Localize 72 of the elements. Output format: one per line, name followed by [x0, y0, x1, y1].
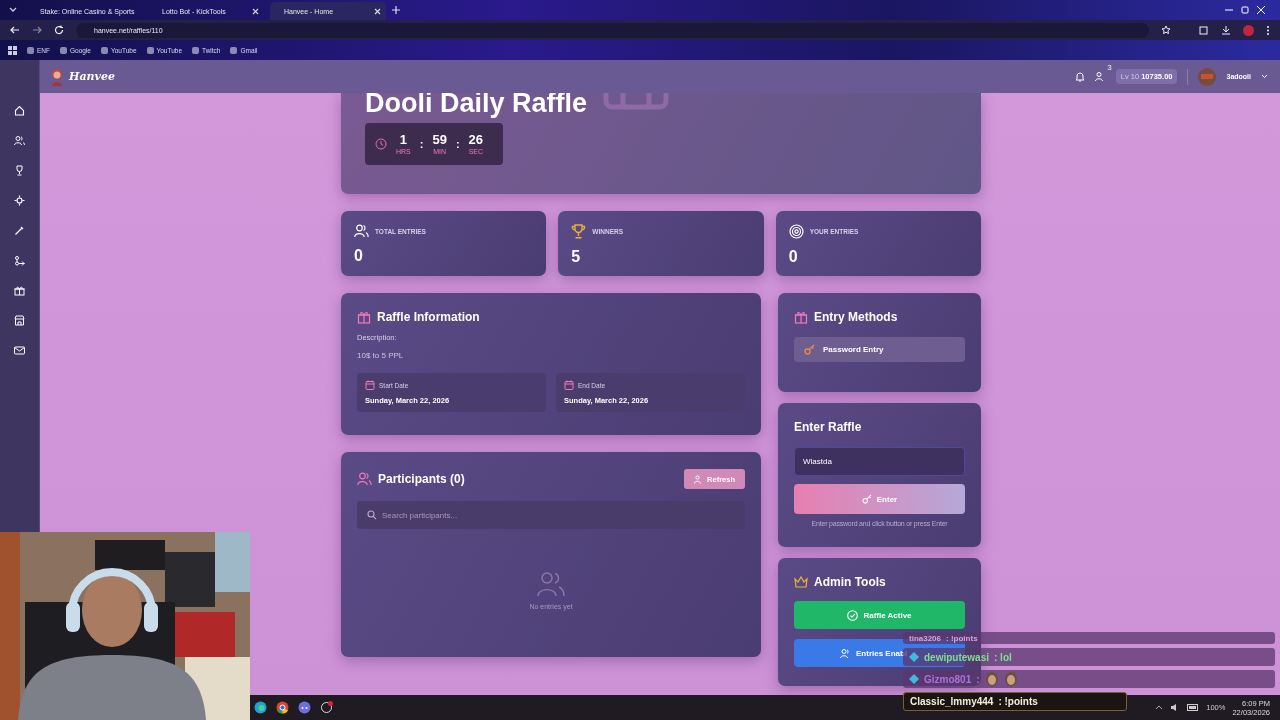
- chat-message: tina3206 : !points: [903, 632, 1275, 644]
- emote-icon: [984, 671, 999, 687]
- app-icon[interactable]: [320, 701, 333, 714]
- users-icon[interactable]: [14, 135, 25, 146]
- card-title: Raffle Information: [377, 310, 480, 324]
- users-icon: [840, 647, 851, 659]
- chat-message: Gizmo801 :: [903, 670, 1275, 688]
- restore-icon[interactable]: [1240, 5, 1250, 15]
- emote-icon: [1003, 671, 1018, 687]
- users-icon: [357, 472, 372, 486]
- card-title: Enter Raffle: [794, 420, 863, 434]
- users-icon: [354, 224, 369, 238]
- countdown-separator: :: [455, 138, 460, 150]
- mascot-icon: [50, 67, 64, 86]
- forward-icon[interactable]: [32, 25, 42, 35]
- search-icon: [367, 510, 377, 520]
- countdown-value: 26: [468, 133, 484, 147]
- calendar-icon: [365, 380, 375, 390]
- card-title: Admin Tools: [814, 575, 886, 589]
- notification-count: 3: [1107, 63, 1112, 72]
- countdown-separator: :: [419, 138, 424, 150]
- close-icon[interactable]: [374, 7, 381, 15]
- countdown-value: 59: [432, 133, 447, 147]
- mail-icon[interactable]: [14, 345, 25, 356]
- entry-method[interactable]: Password Entry: [794, 337, 965, 362]
- home-icon[interactable]: [14, 105, 25, 116]
- stat-value: 0: [354, 248, 364, 264]
- chat-app-icon[interactable]: [298, 701, 311, 714]
- stat-value: 0: [788, 249, 799, 265]
- chevron-up-icon[interactable]: [1155, 705, 1164, 710]
- store-icon[interactable]: [14, 315, 25, 326]
- trophy-icon: [571, 224, 587, 239]
- clock-icon: [375, 138, 387, 150]
- key-icon: [804, 344, 815, 355]
- battery-icon[interactable]: [1187, 704, 1200, 711]
- trophy-icon[interactable]: [14, 165, 25, 176]
- apps-icon[interactable]: [8, 45, 17, 55]
- new-tab-icon[interactable]: [392, 6, 400, 14]
- branch-icon[interactable]: [14, 255, 25, 266]
- key-icon: [861, 494, 872, 504]
- card-title: Participants (0): [378, 472, 465, 486]
- gift-icon[interactable]: [14, 285, 25, 296]
- chrome-icon[interactable]: [276, 701, 289, 714]
- logo[interactable]: Hanvee: [69, 70, 115, 83]
- gift-icon: [794, 310, 808, 324]
- caret-icon[interactable]: [1261, 74, 1268, 79]
- search-field[interactable]: Search participants...: [357, 501, 745, 529]
- pencil-icon[interactable]: [14, 225, 25, 236]
- profile-icon[interactable]: [1243, 24, 1254, 36]
- gift-icon: [357, 310, 371, 324]
- users-icon: [537, 571, 565, 597]
- star-icon[interactable]: [1161, 25, 1171, 35]
- stat-value: 5: [571, 249, 582, 265]
- description-text: 10$ to 5 PPL: [357, 351, 405, 360]
- raffle-title: Dooli Daily Raffle: [365, 93, 588, 119]
- back-icon[interactable]: [10, 25, 20, 35]
- countdown-value: 1: [399, 133, 407, 147]
- check-circle-icon: [847, 609, 859, 621]
- reload-icon[interactable]: [54, 25, 64, 35]
- menu-icon[interactable]: [1266, 24, 1270, 36]
- download-icon[interactable]: [1221, 25, 1231, 35]
- crown-icon: [794, 576, 808, 588]
- close-icon[interactable]: [252, 7, 259, 15]
- bell-icon[interactable]: [1074, 71, 1085, 82]
- calendar-icon: [564, 380, 574, 390]
- users-icon[interactable]: [1094, 71, 1106, 82]
- chat-message: Classic_lmmy444 : !points: [903, 692, 1127, 711]
- password-field[interactable]: Wlastda: [794, 447, 965, 476]
- user-icon: [694, 474, 704, 484]
- target-icon: [788, 224, 804, 239]
- card-title: Entry Methods: [814, 310, 898, 324]
- browser-icon[interactable]: [254, 701, 267, 714]
